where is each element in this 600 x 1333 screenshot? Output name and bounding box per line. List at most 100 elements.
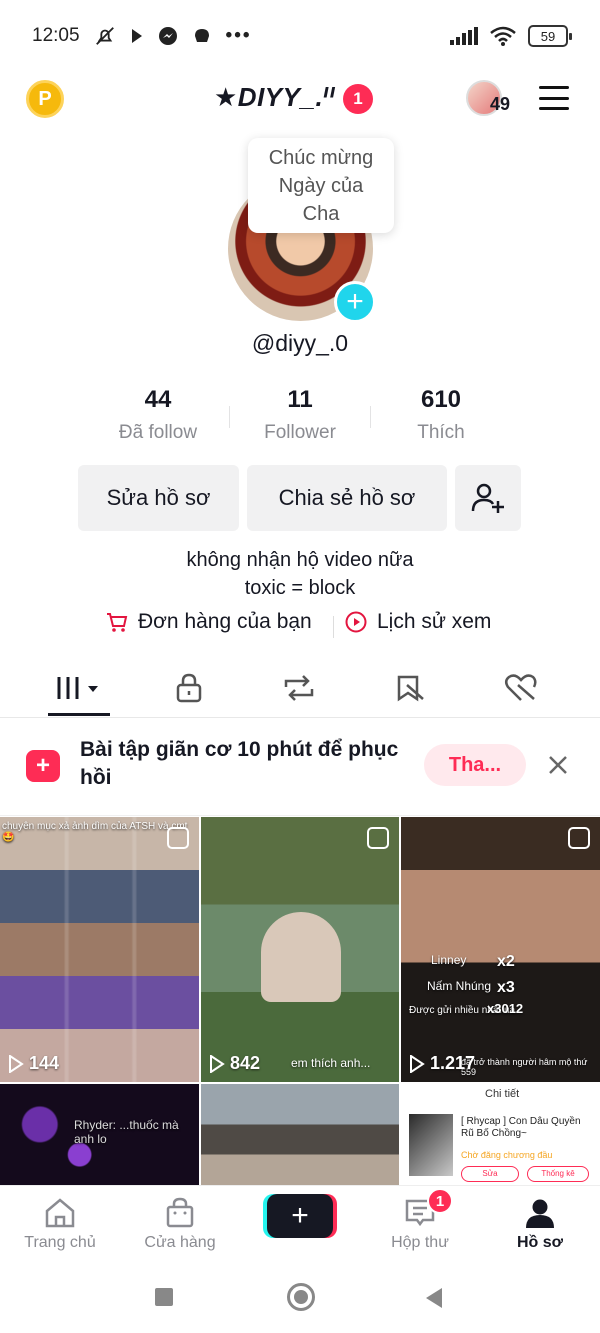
multi-image-icon — [167, 827, 189, 849]
status-time: 12:05 — [32, 25, 80, 46]
nav-home-label: Trang chủ — [24, 1234, 96, 1251]
play-circle-icon — [345, 611, 367, 633]
links-divider — [333, 616, 334, 638]
nav-profile-label: Hồ sơ — [516, 1234, 564, 1251]
hamburger-menu-icon[interactable] — [539, 86, 569, 110]
watch-history-label: Lịch sử xem — [377, 610, 492, 633]
nav-inbox[interactable]: Hộp thư — [370, 1196, 470, 1252]
orders-link[interactable]: Đơn hàng của bạn — [106, 610, 312, 634]
home-icon — [45, 1198, 75, 1228]
video-thumbnail[interactable]: chuyên mục xả ảnh dìm của ATSH và cmt🤩 1… — [0, 817, 199, 1082]
promo-join-button[interactable]: Tha... — [424, 744, 526, 786]
promo-banner: + Bài tập giãn cơ 10 phút để phục hồi Th… — [0, 718, 600, 816]
stat-following[interactable]: 44 Đã follow — [88, 386, 228, 444]
edit-profile-button[interactable]: Sửa hồ sơ — [78, 465, 239, 531]
inbox-unread-badge: 1 — [427, 1188, 453, 1214]
more-notifications-icon: ••• — [225, 25, 252, 46]
view-count: 144 — [8, 1053, 59, 1074]
book-status: Chờ đăng chương đầu — [461, 1150, 553, 1160]
video-grid-icon — [57, 677, 98, 699]
profile-tabs — [0, 660, 600, 718]
video-thumbnail[interactable] — [201, 1084, 399, 1185]
nav-shop[interactable]: Cửa hàng — [130, 1196, 230, 1252]
live-comment-multiplier: x3 — [497, 979, 515, 996]
watch-history-link[interactable]: Lịch sử xem — [345, 610, 491, 634]
view-count-value: 1.217 — [430, 1053, 476, 1073]
multi-image-icon — [367, 827, 389, 849]
stat-likes[interactable]: 610 Thích — [371, 386, 511, 444]
tooltip-line: Chúc mừng — [268, 147, 374, 169]
home-button-icon[interactable] — [287, 1283, 315, 1311]
stat-followers-label: Follower — [264, 422, 336, 443]
live-gift-count: x3012 — [487, 1001, 524, 1016]
view-count-value: 144 — [29, 1053, 60, 1073]
nav-profile[interactable]: Hồ sơ — [490, 1196, 590, 1252]
video-caption: đã trở thành người hâm mộ thứ 559 — [461, 1057, 588, 1077]
stat-following-label: Đã follow — [118, 422, 198, 443]
view-count: 842 — [209, 1053, 260, 1074]
tab-reposts[interactable] — [269, 668, 329, 708]
bottom-navigation: Trang chủ Cửa hàng + Hộp thư 1 Hồ sơ — [0, 1185, 600, 1261]
lock-icon — [176, 673, 202, 703]
signal-icon — [450, 27, 478, 45]
screenshot-detail-title: Chi tiết — [485, 1088, 520, 1100]
thumbnail-figure — [261, 912, 341, 1002]
profile-links: Đơn hàng của bạn Lịch sử xem — [0, 610, 600, 644]
stat-followers-value: 11 — [287, 386, 313, 413]
video-thumbnail[interactable]: Chi tiết [ Rhycap ] Con Dâu Quyền Rũ Bố … — [401, 1084, 600, 1185]
video-thumbnail[interactable]: em thích anh... 842 — [201, 817, 399, 1082]
profile-icon — [526, 1199, 554, 1228]
create-video-button[interactable]: + — [267, 1194, 333, 1238]
orders-link-label: Đơn hàng của bạn — [138, 610, 312, 633]
bio-line: toxic = block — [244, 577, 356, 599]
nav-inbox-label: Hộp thư — [391, 1234, 449, 1251]
add-friend-button[interactable] — [455, 465, 521, 531]
coin-icon[interactable]: P — [26, 80, 64, 118]
book-title: [ Rhycap ] Con Dâu Quyền Rũ Bố Chồng~ — [461, 1116, 581, 1139]
nav-home[interactable]: Trang chủ — [10, 1196, 110, 1252]
fathers-day-tooltip[interactable]: Chúc mừng Ngày của Cha — [248, 138, 394, 233]
active-tab-indicator — [48, 713, 110, 716]
add-person-icon — [471, 483, 504, 513]
close-icon[interactable] — [545, 752, 571, 778]
tab-liked[interactable] — [491, 668, 551, 708]
shopping-bag-icon — [166, 1197, 194, 1228]
book-stats-button: Thống kê — [527, 1166, 589, 1182]
stat-following-value: 44 — [144, 386, 172, 413]
bookmark-hidden-icon — [397, 675, 424, 702]
play-icon — [131, 29, 142, 43]
account-notification-badge[interactable]: 1 — [343, 84, 373, 114]
wifi-icon — [490, 26, 516, 46]
profile-title[interactable]: ★DIYY_.ᑊᑊ — [214, 82, 336, 113]
stat-likes-label: Thích — [417, 422, 465, 443]
system-navigation-bar — [0, 1261, 600, 1333]
tooltip-line: Cha — [302, 203, 340, 225]
stat-followers[interactable]: 11 Follower — [230, 386, 370, 444]
tab-private[interactable] — [159, 668, 219, 708]
live-comment-name: Linney — [431, 953, 467, 967]
profile-header: P ★DIYY_.ᑊᑊ 1 49 — [0, 72, 600, 128]
view-count-value: 842 — [230, 1053, 261, 1073]
tooltip-line: Ngày của — [278, 175, 364, 197]
cart-icon — [107, 613, 128, 632]
share-profile-button[interactable]: Chia sẻ hồ sơ — [247, 465, 447, 531]
tab-favorites[interactable] — [381, 668, 441, 708]
live-comment-multiplier: x2 — [497, 953, 515, 970]
stat-likes-value: 610 — [420, 386, 462, 413]
add-story-plus-icon[interactable]: + — [334, 281, 376, 323]
video-thumbnail[interactable]: Linney x2 Nấm Nhúng x3 Được gửi nhiều nh… — [401, 817, 600, 1082]
nav-shop-label: Cửa hàng — [144, 1234, 216, 1251]
health-plus-icon: + — [26, 750, 60, 782]
battery-indicator: 59 — [528, 25, 572, 47]
profile-stats: 44 Đã follow 11 Follower 610 Thích — [0, 386, 600, 452]
tab-videos[interactable] — [50, 668, 110, 708]
view-count: 1.217 — [409, 1053, 475, 1074]
video-thumbnail[interactable]: Rhyder: ...thuốc mà anh lo — [0, 1084, 199, 1185]
heart-hidden-icon — [505, 674, 537, 701]
status-notification-icons: ••• — [94, 25, 252, 47]
back-icon[interactable] — [424, 1287, 444, 1309]
book-edit-button: Sửa — [461, 1166, 519, 1182]
recent-apps-icon[interactable] — [155, 1288, 173, 1306]
profile-bio: không nhận hộ video nữa toxic = block — [0, 546, 600, 602]
live-comment-name: Nấm Nhúng — [427, 979, 492, 993]
